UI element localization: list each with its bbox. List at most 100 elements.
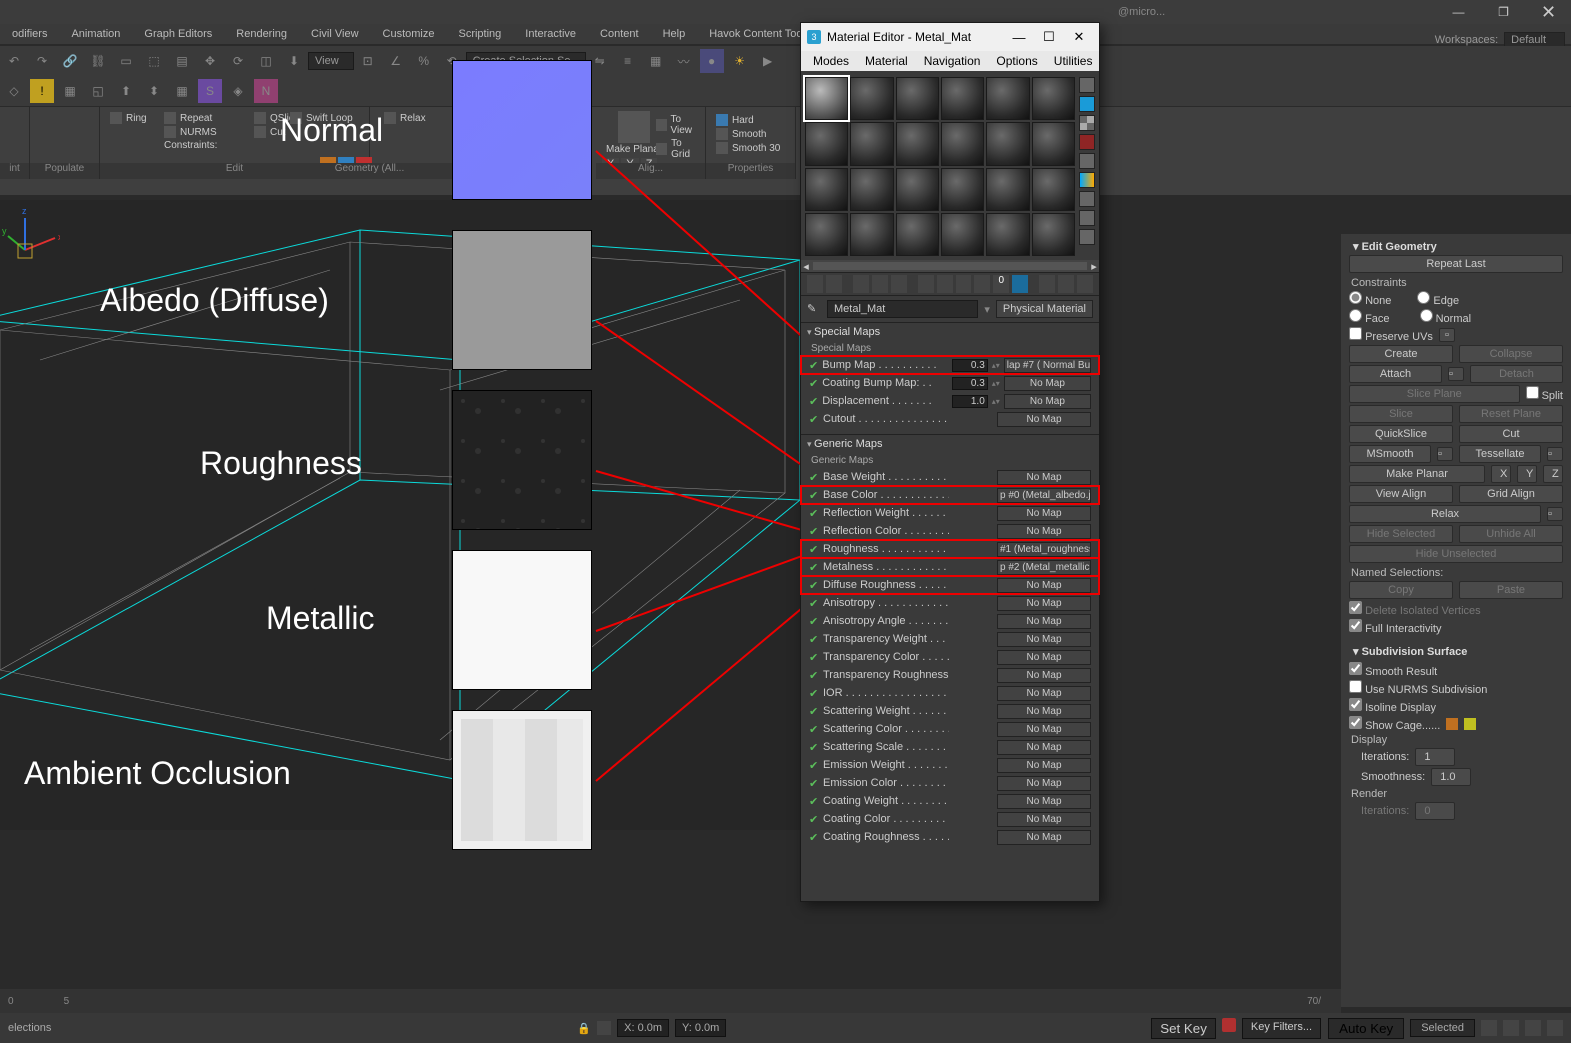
map-amount-spinner[interactable]: 1.0 <box>952 395 988 408</box>
material-slot[interactable] <box>941 77 984 120</box>
auto-key-button[interactable]: Auto Key <box>1328 1018 1404 1039</box>
flag-icon[interactable]: ! <box>30 79 54 103</box>
isoline-check[interactable]: Isoline Display <box>1349 698 1436 714</box>
poly-icon[interactable]: ◇ <box>2 79 26 103</box>
me-menu-navigation[interactable]: Navigation <box>916 54 989 68</box>
go-forward-icon[interactable] <box>1058 275 1074 293</box>
n-icon[interactable]: N <box>254 79 278 103</box>
select-icon[interactable]: ⬚ <box>142 49 166 73</box>
menu-rendering[interactable]: Rendering <box>224 26 299 42</box>
map-enable-check[interactable]: ✔ <box>809 395 818 408</box>
map-enable-check[interactable]: ✔ <box>809 651 819 664</box>
menu-animation[interactable]: Animation <box>59 26 132 42</box>
preserve-uvs-settings[interactable]: ▫ <box>1439 328 1455 342</box>
window-maximize[interactable]: ❐ <box>1481 0 1526 24</box>
to-view[interactable]: To View <box>652 113 705 137</box>
map-slot-button[interactable]: No Map <box>997 776 1091 791</box>
map-slot-button[interactable]: No Map <box>1004 394 1091 409</box>
relax-button[interactable]: Relax <box>1349 505 1541 523</box>
smooth-result-check[interactable]: Smooth Result <box>1349 662 1437 678</box>
map-enable-check[interactable]: ✔ <box>809 669 819 682</box>
dialog-minimize[interactable]: — <box>1005 27 1033 47</box>
iterations-spinner[interactable]: 1 <box>1415 748 1455 766</box>
material-slot[interactable] <box>850 168 893 211</box>
select-by-mat-icon[interactable] <box>1079 210 1095 226</box>
ring-button[interactable]: Ring <box>106 111 151 125</box>
make-planar-icon[interactable] <box>618 111 650 143</box>
smooth-button[interactable]: Smooth <box>712 127 784 141</box>
background-icon[interactable] <box>1079 115 1095 131</box>
zero-icon[interactable]: 0 <box>993 275 1009 293</box>
map-slot-button[interactable]: No Map <box>997 794 1091 809</box>
reset-plane-button[interactable]: Reset Plane <box>1459 405 1563 423</box>
menu-civil-view[interactable]: Civil View <box>299 26 370 42</box>
show-cage-check[interactable]: Show Cage...... <box>1349 716 1440 732</box>
material-slot[interactable] <box>896 213 939 256</box>
msmooth-settings[interactable]: ▫ <box>1437 447 1453 461</box>
map-enable-check[interactable]: ✔ <box>809 359 818 372</box>
material-slot[interactable] <box>1032 213 1075 256</box>
map-amount-spinner[interactable]: 0.3 <box>952 359 988 372</box>
scale-icon[interactable]: ◫ <box>254 49 278 73</box>
timeline[interactable]: 0 5 70/ <box>0 989 1341 1013</box>
play-icon[interactable] <box>1481 1020 1497 1036</box>
material-name-input[interactable]: Metal_Mat <box>827 300 978 318</box>
delete-icon[interactable] <box>891 275 907 293</box>
slice-plane-button[interactable]: Slice Plane <box>1349 385 1520 403</box>
material-slot[interactable] <box>850 122 893 165</box>
array-icon[interactable]: ▦ <box>58 79 82 103</box>
attach-button[interactable]: Attach <box>1349 365 1442 383</box>
map-enable-check[interactable]: ✔ <box>809 543 819 556</box>
rotate-icon[interactable]: ⟳ <box>226 49 250 73</box>
selection-lock-icon[interactable] <box>597 1021 611 1035</box>
map-enable-check[interactable]: ✔ <box>809 759 819 772</box>
edit-geometry-rollout[interactable]: Edit Geometry <box>1362 241 1437 253</box>
redo-icon[interactable]: ↷ <box>30 49 54 73</box>
map-enable-check[interactable]: ✔ <box>809 795 819 808</box>
attach-settings[interactable]: ▫ <box>1448 367 1464 381</box>
snap-icon[interactable]: ⊡ <box>356 49 380 73</box>
curve-editor-icon[interactable]: 〰 <box>672 49 696 73</box>
repeat-button[interactable]: Repeat <box>160 111 221 125</box>
map-slot-button[interactable]: No Map <box>997 704 1091 719</box>
map-enable-check[interactable]: ✔ <box>809 471 819 484</box>
reset-icon[interactable] <box>872 275 888 293</box>
constraint-none[interactable]: None <box>1349 291 1391 307</box>
menu-modifiers[interactable]: odifiers <box>0 26 59 42</box>
align-icon[interactable]: ≡ <box>616 49 640 73</box>
next-key-icon[interactable] <box>1525 1020 1541 1036</box>
key-filters-dropdown[interactable]: Key Filters... <box>1242 1018 1321 1039</box>
cut-button[interactable]: Cut <box>1459 425 1563 443</box>
use-nurms-check[interactable]: Use NURMS Subdivision <box>1349 680 1487 696</box>
material-slot[interactable] <box>986 213 1029 256</box>
percent-snap-icon[interactable]: % <box>412 49 436 73</box>
map-enable-check[interactable]: ✔ <box>809 687 819 700</box>
map-slot-button[interactable]: No Map <box>997 470 1091 485</box>
eyedropper-icon[interactable]: ✎ <box>807 302 821 316</box>
backlight-icon[interactable] <box>1079 96 1095 112</box>
unlink-icon[interactable]: ⛓ <box>86 49 110 73</box>
collapse-button[interactable]: Collapse <box>1459 345 1563 363</box>
map-enable-check[interactable]: ✔ <box>809 831 819 844</box>
material-slot[interactable] <box>986 122 1029 165</box>
material-editor-icon[interactable]: ● <box>700 49 724 73</box>
hide-selected-button[interactable]: Hide Selected <box>1349 525 1453 543</box>
grid-align-button[interactable]: Grid Align <box>1459 485 1563 503</box>
me-menu-utilities[interactable]: Utilities <box>1046 54 1101 68</box>
mirror2-icon[interactable]: ⬍ <box>142 79 166 103</box>
map-slot-button[interactable]: No Map <box>997 722 1091 737</box>
planar-y[interactable]: Y <box>1517 465 1537 483</box>
material-slot[interactable] <box>805 77 848 120</box>
slots-scrollbar[interactable]: ◂▸ <box>801 260 1099 272</box>
constraint-face[interactable]: Face <box>1349 309 1390 325</box>
grid-icon[interactable]: ▦ <box>170 79 194 103</box>
render-setup-icon[interactable]: ☀ <box>728 49 752 73</box>
map-slot-button[interactable]: p #0 (Metal_albedo.jp <box>997 488 1091 503</box>
smoothness-spinner[interactable]: 1.0 <box>1431 768 1471 786</box>
angle-snap-icon[interactable]: ∠ <box>384 49 408 73</box>
view-align-button[interactable]: View Align <box>1349 485 1453 503</box>
me-menu-material[interactable]: Material <box>857 54 916 68</box>
make-unique-icon[interactable] <box>937 275 953 293</box>
delete-isolated-check[interactable]: Delete Isolated Vertices <box>1349 601 1481 617</box>
material-slot[interactable] <box>1032 168 1075 211</box>
